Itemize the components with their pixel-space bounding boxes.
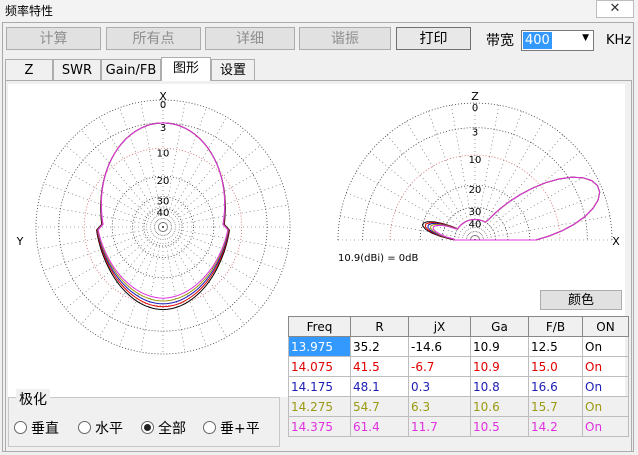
ring-label: 3 [160, 123, 166, 134]
ring-label: 30 [469, 207, 482, 218]
table-header-row: Freq R jX Ga F/B ON [288, 316, 629, 337]
col-ga: Ga [470, 316, 529, 337]
cell-jx: 6.3 [408, 396, 471, 417]
color-button[interactable]: 颜色 [540, 290, 622, 310]
table-row[interactable]: 14.375 61.4 11.7 10.5 14.2 On [288, 416, 629, 437]
cell-ga: 10.8 [470, 376, 529, 397]
elevation-pattern-trace [432, 176, 601, 241]
radio-icon [78, 421, 91, 434]
ring-label: 10 [157, 148, 170, 159]
grid-spoke [474, 215, 610, 241]
cell-ga: 10.5 [470, 416, 529, 437]
col-freq: Freq [288, 316, 351, 337]
cell-r: 61.4 [350, 416, 409, 437]
cell-on: On [582, 336, 629, 357]
cell-fb: 14.2 [528, 416, 583, 437]
grid-spoke [474, 134, 564, 241]
ring-label: 0 [472, 103, 478, 114]
cell-r: 48.1 [350, 376, 409, 397]
cell-fb: 16.6 [528, 376, 583, 397]
cell-on: On [582, 416, 629, 437]
col-jx: jX [408, 316, 471, 337]
grid-spoke [81, 129, 164, 228]
cell-r: 54.7 [350, 396, 409, 417]
cell-r: 35.2 [350, 336, 409, 357]
radio-checked-icon [141, 421, 154, 434]
results-table: Freq R jX Ga F/B ON 13.975 35.2 -14.6 10.9 1… [288, 316, 629, 437]
grid-spoke [346, 192, 476, 241]
cell-fb: 15.0 [528, 356, 583, 377]
radio-horizontal[interactable]: 水平 [78, 418, 123, 438]
ring-label: 10 [469, 155, 482, 166]
azimuth-top-label: X [159, 90, 167, 103]
radio-vertical-plus-horizontal[interactable]: 垂+平 [203, 418, 260, 438]
radio-icon [14, 421, 27, 434]
col-on: ON [582, 316, 629, 337]
cell-jx: -14.6 [408, 336, 471, 357]
cell-jx: 0.3 [408, 376, 471, 397]
cell-freq: 14.375 [288, 416, 351, 437]
cell-on: On [582, 376, 629, 397]
radio-all[interactable]: 全部 [141, 418, 186, 438]
cell-ga: 10.6 [470, 396, 529, 417]
cell-r: 41.5 [350, 356, 409, 377]
grid-spoke [162, 226, 186, 353]
ring-label: 20 [157, 176, 170, 187]
table-row[interactable]: 14.275 54.7 6.3 10.6 15.7 On [288, 396, 629, 417]
elevation-plot: 0 3 10 20 3040 [337, 102, 613, 241]
cell-ga: 10.9 [470, 336, 529, 357]
cell-on: On [582, 396, 629, 417]
cell-jx: 11.7 [408, 416, 471, 437]
radio-icon [203, 421, 216, 434]
ring-label: 40 [157, 208, 170, 219]
scale-note: 10.9(dBi) = 0dB [338, 253, 419, 264]
col-fb: F/B [528, 316, 583, 337]
elevation-pattern-trace [422, 176, 601, 241]
azimuth-plot: 0310203040 [35, 99, 291, 355]
ring-label: 3 [472, 128, 478, 139]
cell-freq: 13.975 [288, 336, 351, 357]
grid-spoke [162, 226, 245, 325]
table-row[interactable]: 14.075 41.5 -6.7 10.9 15.0 On [288, 356, 629, 377]
cell-freq: 14.175 [288, 376, 351, 397]
ring-label: 30 [157, 197, 170, 208]
azimuth-side-label: Y [16, 235, 24, 248]
grid-spoke [162, 226, 227, 338]
radio-vertical[interactable]: 垂直 [14, 418, 59, 438]
cell-jx: -6.7 [408, 356, 471, 377]
table-row[interactable]: 13.975 35.2 -14.6 10.9 12.5 On [288, 336, 629, 357]
grid-spoke [99, 116, 164, 228]
elevation-top-label: Z [471, 90, 479, 103]
ring-label: 40 [469, 219, 482, 230]
cell-ga: 10.9 [470, 356, 529, 377]
cell-on: On [582, 356, 629, 377]
col-r: R [350, 316, 409, 337]
cell-freq: 14.275 [288, 396, 351, 417]
polarization-title: 极化 [16, 389, 50, 409]
table-row[interactable]: 14.175 48.1 0.3 10.8 16.6 On [288, 376, 629, 397]
ring-label: 20 [469, 185, 482, 196]
cell-freq: 14.075 [288, 356, 351, 377]
elevation-side-label: X [612, 235, 620, 248]
cell-fb: 15.7 [528, 396, 583, 417]
grid-spoke [474, 151, 581, 241]
cell-fb: 12.5 [528, 336, 583, 357]
